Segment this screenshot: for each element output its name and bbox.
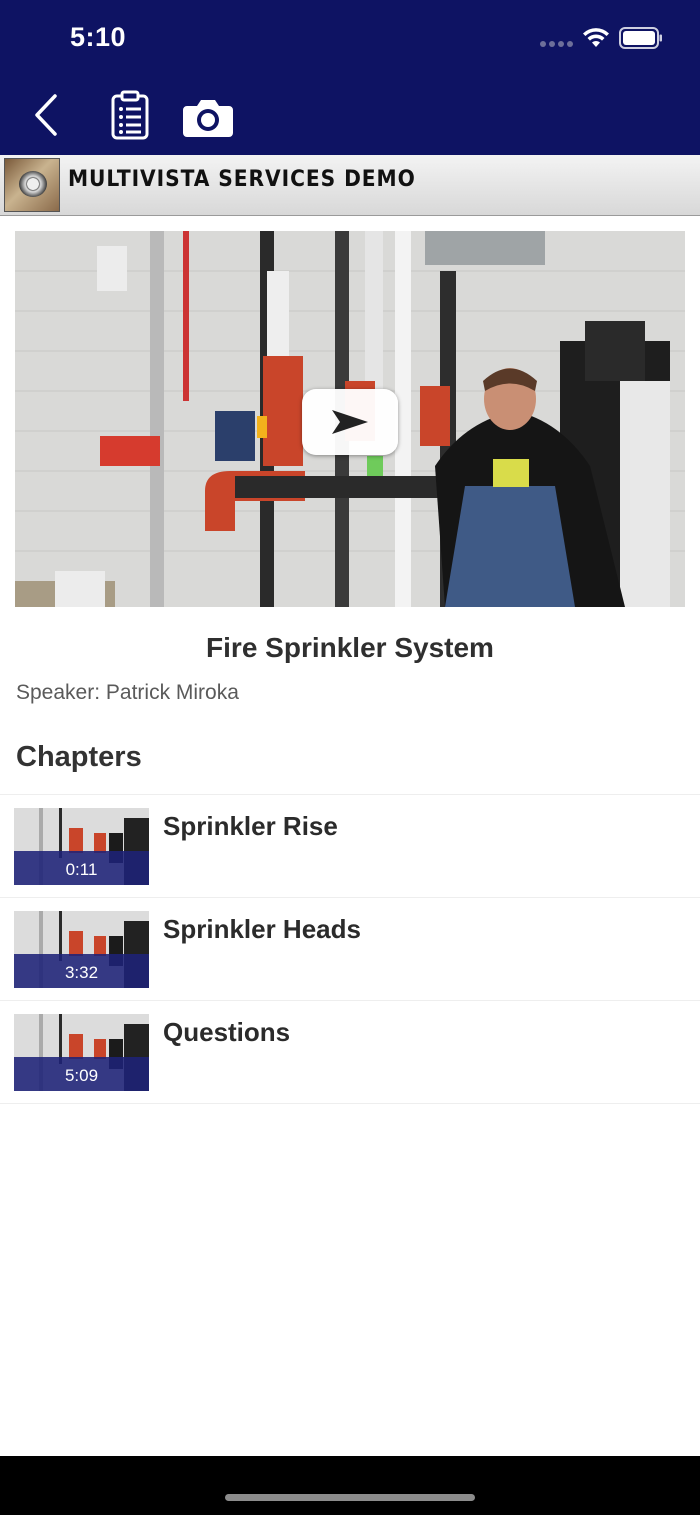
- project-header: MULTIVISTA SERVICES DEMO: [0, 155, 700, 216]
- chapter-item-sprinkler-heads[interactable]: 3:32 Sprinkler Heads: [0, 898, 700, 1001]
- chapter-title: Questions: [163, 1017, 291, 1047]
- video-title: Fire Sprinkler System: [206, 632, 494, 663]
- chapter-item-sprinkler-rise[interactable]: 0:11 Sprinkler Rise: [0, 795, 700, 898]
- chapters-heading: Chapters: [16, 741, 142, 773]
- chapter-thumbnail: 3:32: [14, 911, 149, 988]
- chapter-title: Sprinkler Heads: [163, 914, 361, 944]
- play-button[interactable]: [302, 389, 398, 455]
- video-player[interactable]: [15, 231, 685, 607]
- clipboard-list-icon: [111, 90, 149, 140]
- project-title: MULTIVISTA SERVICES DEMO: [68, 167, 416, 192]
- camera-icon: [183, 100, 233, 137]
- report-button[interactable]: [106, 88, 154, 142]
- chapter-thumbnail: 5:09: [14, 1014, 149, 1091]
- chapter-item-questions[interactable]: 5:09 Questions: [0, 1001, 700, 1104]
- chapter-timestamp: 3:32: [64, 963, 99, 982]
- project-logo: [4, 158, 60, 212]
- chapter-list: 0:11 Sprinkler Rise 3:32 Sprinkler Heads: [0, 794, 700, 1104]
- top-navigation-bar: 5:10: [0, 0, 700, 155]
- home-indicator[interactable]: [225, 1494, 475, 1501]
- speaker-label: Speaker: Patrick Miroka: [16, 681, 239, 704]
- battery-icon: [619, 27, 662, 49]
- play-icon: [332, 410, 368, 434]
- wifi-icon: [583, 28, 609, 47]
- chapter-title: Sprinkler Rise: [163, 811, 338, 841]
- back-button[interactable]: [28, 88, 64, 142]
- chapter-thumbnail: 0:11: [14, 808, 149, 885]
- chapter-timestamp: 0:11: [65, 860, 98, 879]
- status-time: 5:10: [70, 22, 127, 52]
- chapter-timestamp: 5:09: [64, 1066, 99, 1085]
- camera-button[interactable]: [180, 94, 236, 142]
- home-bar: [0, 1456, 700, 1515]
- chevron-left-icon: [35, 94, 57, 136]
- cellular-signal-icon: [540, 41, 573, 47]
